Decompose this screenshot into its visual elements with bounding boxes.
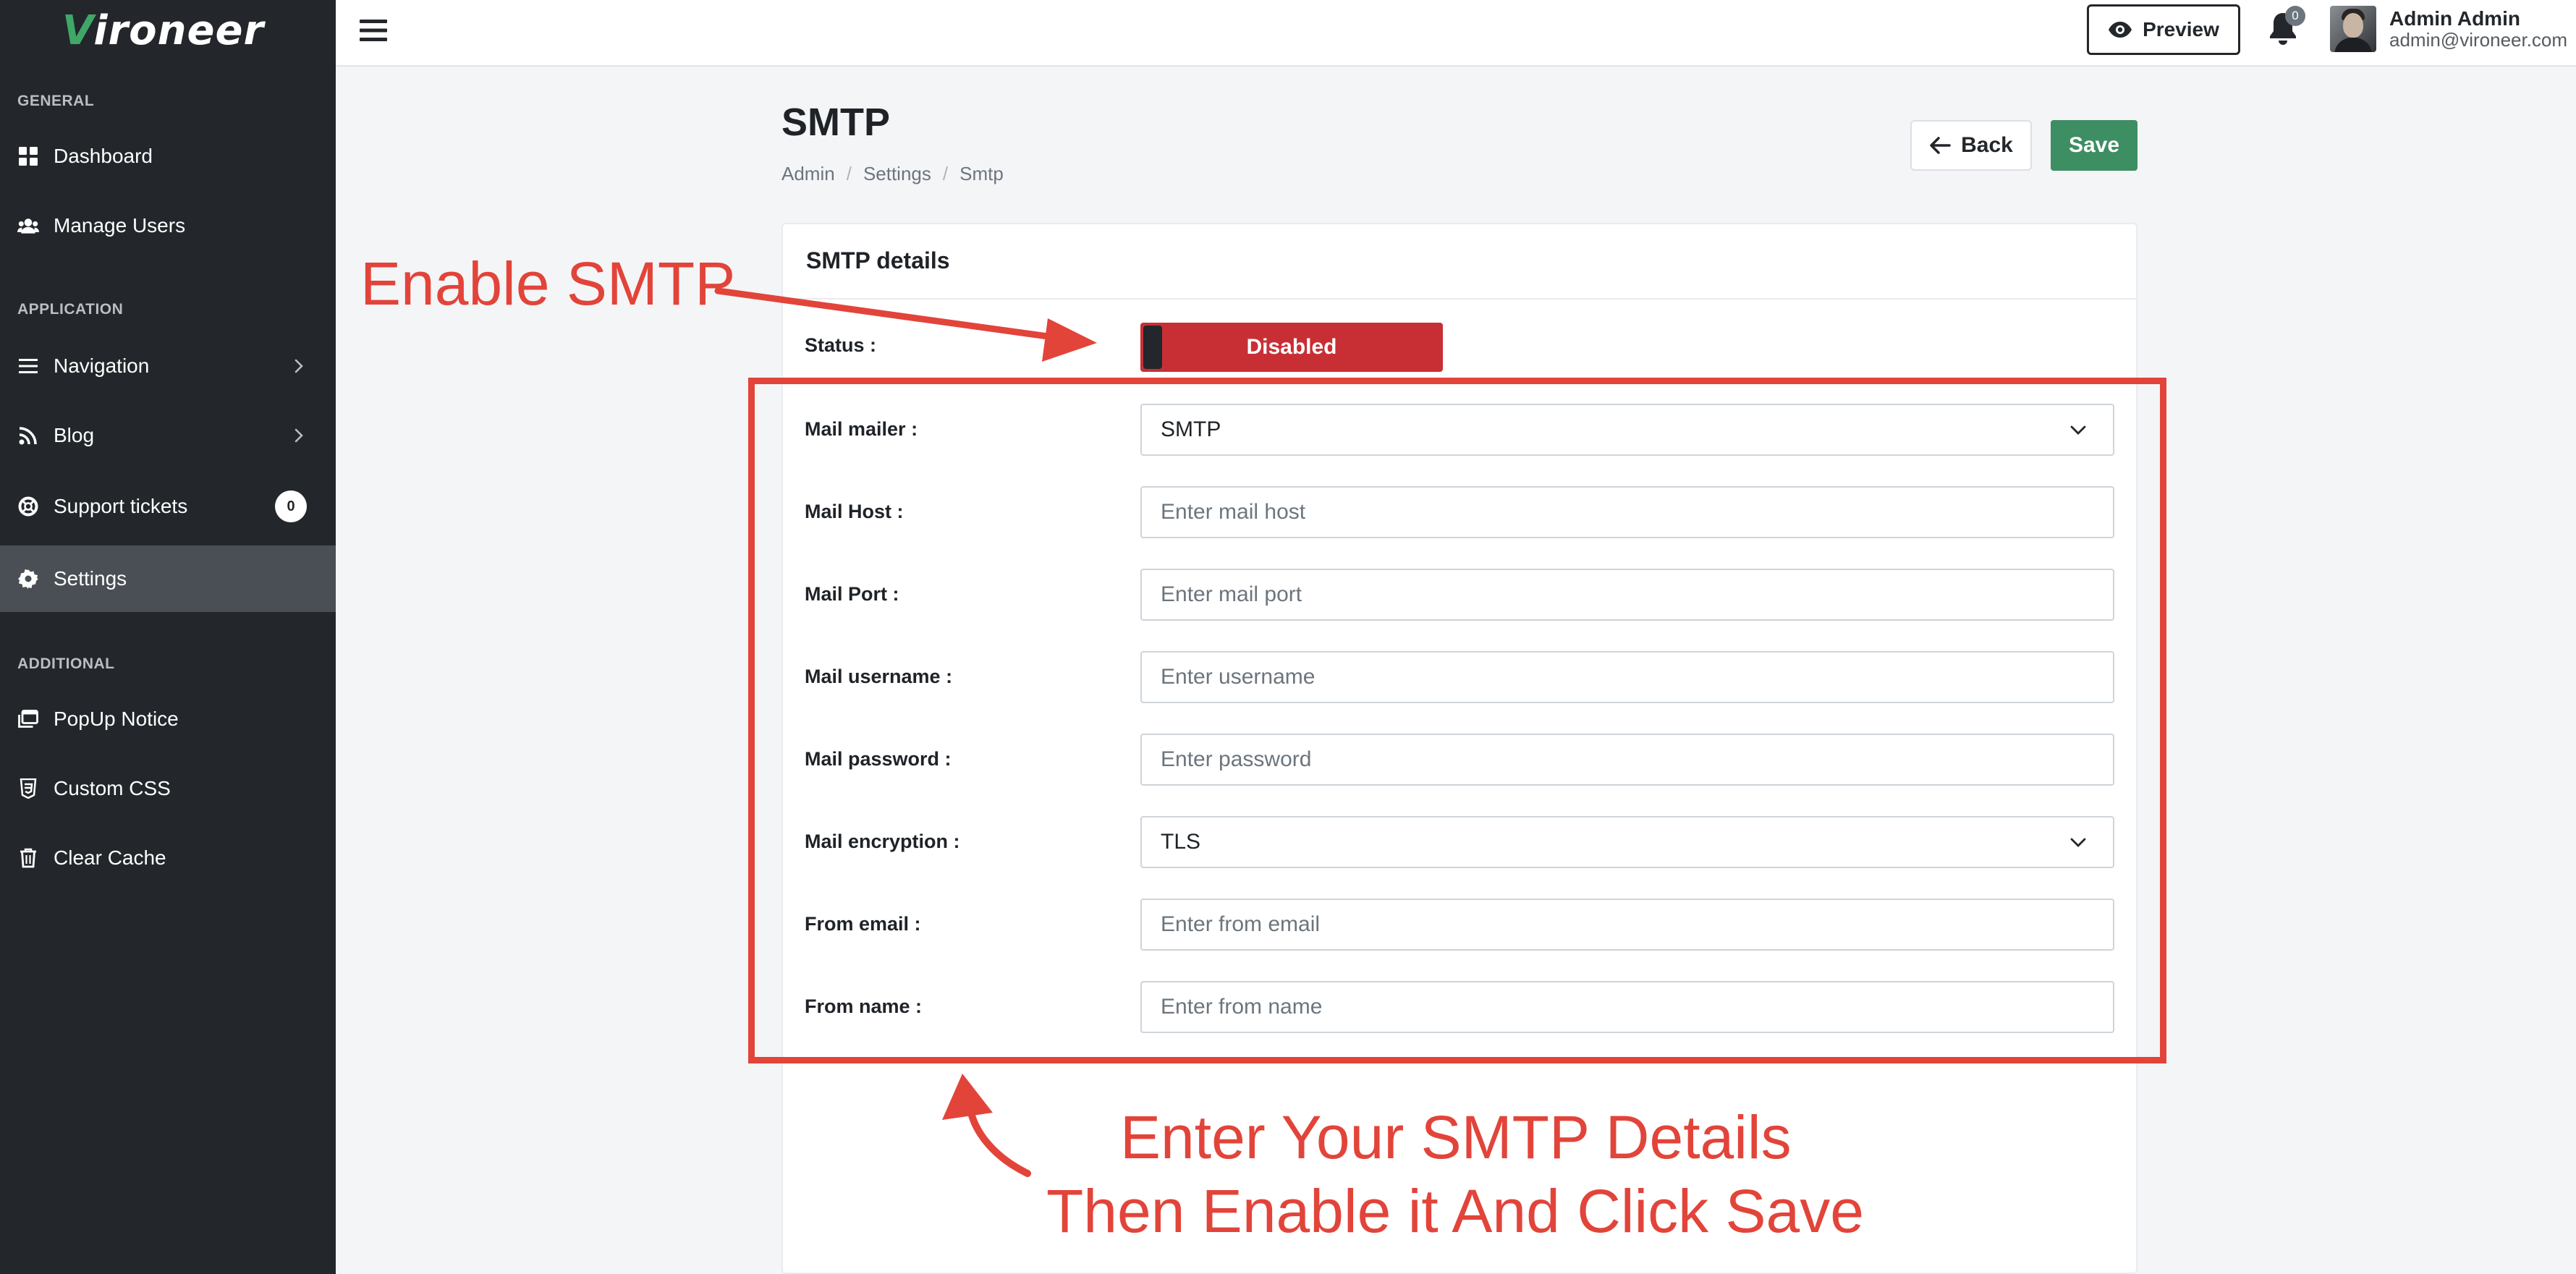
users-icon — [17, 215, 39, 237]
sidebar-item-settings[interactable]: Settings — [0, 545, 336, 612]
sidebar-section-application: APPLICATION — [17, 301, 124, 318]
css-icon — [17, 778, 39, 799]
sidebar-item-support-tickets[interactable]: Support tickets 0 — [0, 473, 336, 540]
sidebar-item-label: Custom CSS — [54, 777, 171, 799]
breadcrumb: Admin / Settings / Smtp — [781, 163, 1004, 185]
sidebar-item-label: Dashboard — [54, 145, 153, 167]
sidebar-item-label: Support tickets — [54, 495, 188, 517]
window-icon — [17, 708, 39, 730]
sidebar-item-popup-notice[interactable]: PopUp Notice — [0, 686, 336, 752]
eye-icon — [2109, 22, 2132, 38]
user-email: admin@vironeer.com — [2389, 29, 2568, 51]
notification-count-badge: 0 — [2285, 6, 2305, 26]
status-toggle[interactable]: Disabled — [1140, 323, 1443, 372]
annotation-enable-smtp: Enable SMTP — [360, 250, 736, 318]
sidebar-item-label: Manage Users — [54, 214, 186, 237]
sidebar-item-blog[interactable]: Blog — [0, 402, 336, 469]
user-name[interactable]: Admin Admin — [2389, 7, 2520, 30]
breadcrumb-separator: / — [846, 163, 852, 184]
annotation-highlight-box — [748, 378, 2166, 1063]
list-icon — [17, 355, 39, 377]
brand-logo[interactable]: Vironeer — [62, 6, 264, 56]
avatar[interactable] — [2330, 6, 2376, 52]
ticket-count-badge: 0 — [275, 491, 307, 522]
sidebar-section-additional: ADDITIONAL — [17, 655, 115, 672]
sidebar-item-navigation[interactable]: Navigation — [0, 333, 336, 399]
sidebar-section-general: GENERAL — [17, 93, 95, 109]
sidebar-item-clear-cache[interactable]: Clear Cache — [0, 825, 336, 891]
gear-icon — [17, 568, 39, 590]
preview-label: Preview — [2143, 18, 2219, 41]
chevron-right-icon — [295, 359, 303, 373]
sidebar-item-label: PopUp Notice — [54, 708, 179, 730]
sidebar-item-dashboard[interactable]: Dashboard — [0, 123, 336, 190]
breadcrumb-settings[interactable]: Settings — [863, 163, 931, 185]
arrow-left-icon — [1930, 137, 1951, 154]
sidebar-item-manage-users[interactable]: Manage Users — [0, 192, 336, 259]
sidebar-item-label: Settings — [54, 567, 127, 590]
sidebar-item-label: Navigation — [54, 354, 150, 377]
chevron-right-icon — [295, 428, 303, 443]
sidebar-item-custom-css[interactable]: Custom CSS — [0, 755, 336, 822]
topbar: Preview 0 Admin Admin admin@vironeer.com — [336, 0, 2576, 67]
page-title: SMTP — [781, 101, 891, 144]
sidebar-item-label: Blog — [54, 424, 95, 446]
card-title: SMTP details — [806, 247, 950, 273]
save-button[interactable]: Save — [2051, 120, 2138, 171]
preview-button[interactable]: Preview — [2087, 4, 2240, 55]
back-button[interactable]: Back — [1910, 120, 2032, 171]
lifebuoy-icon — [17, 496, 39, 517]
card-header: SMTP details — [783, 224, 2136, 300]
sidebar-item-label: Clear Cache — [54, 846, 166, 869]
back-label: Back — [1961, 133, 2013, 157]
annotation-instruction-line1: Enter Your SMTP Details — [1120, 1103, 1792, 1171]
breadcrumb-current: Smtp — [959, 163, 1004, 184]
hamburger-menu-icon[interactable] — [357, 16, 389, 45]
status-toggle-knob[interactable] — [1143, 326, 1162, 369]
trash-icon — [17, 847, 39, 869]
rss-icon — [17, 425, 39, 446]
breadcrumb-admin[interactable]: Admin — [781, 163, 835, 185]
annotation-instruction-line2: Then Enable it And Click Save — [1046, 1177, 1864, 1245]
breadcrumb-separator: / — [942, 163, 949, 184]
status-label: Status : — [805, 334, 877, 356]
sidebar: Vironeer GENERAL Dashboard Manage Users … — [0, 0, 336, 1274]
dashboard-icon — [17, 145, 39, 167]
